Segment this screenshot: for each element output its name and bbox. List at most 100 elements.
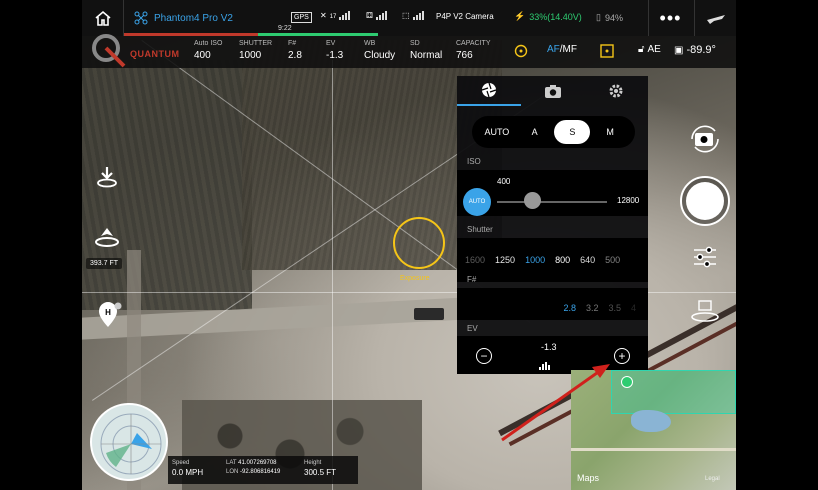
exposure-mode-auto[interactable]: AUTO <box>479 120 515 144</box>
shutter-option[interactable]: 800 <box>555 255 570 265</box>
minimap[interactable]: Maps Legal <box>571 370 736 490</box>
tab-settings[interactable] <box>584 76 648 106</box>
lon-label: LON <box>226 469 239 475</box>
shutter-option[interactable]: 500 <box>605 255 620 265</box>
capacity-param-label: CAPACITY <box>456 40 491 47</box>
aircraft-status[interactable]: Phantom4 Pro V2 <box>134 11 233 25</box>
ev-param[interactable]: EV -1.3 <box>326 40 343 61</box>
video-signal[interactable]: ⬚ <box>402 10 424 20</box>
coordinates-readout: LAT 41.007269708 LON -92.806816419 <box>226 460 280 475</box>
unlock-icon: 🔓︎ <box>638 44 645 55</box>
shutter-button[interactable] <box>680 176 730 226</box>
lat-row: LAT 41.007269708 <box>226 460 280 466</box>
shutter-speed-scroller[interactable]: 1600 1250 1000 800 640 500 <box>457 248 648 272</box>
iso-slider-handle[interactable] <box>524 192 541 209</box>
home-button[interactable] <box>82 0 124 36</box>
exposure-mode-m[interactable]: M <box>592 120 628 144</box>
flight-time: 9:22 <box>278 25 292 32</box>
sd-param[interactable]: SD Normal <box>410 40 442 61</box>
capacity-param[interactable]: CAPACITY 766 <box>456 40 491 61</box>
aperture-option[interactable]: 2.8 <box>563 303 576 313</box>
shutter-option[interactable]: 1600 <box>465 255 485 265</box>
sd-param-label: SD <box>410 40 420 47</box>
satellite-icon: ✕ <box>320 11 327 20</box>
drone-fly-screen: Exposure Phantom4 Pro V2 9:22 GPS ✕ 17 ⚃… <box>0 0 818 490</box>
ev-plus-button[interactable]: + <box>614 348 630 364</box>
aircraft-battery[interactable]: ⚡ 33%(14.40V) <box>514 11 582 22</box>
capacity-param-value: 766 <box>456 50 473 61</box>
tab-photo[interactable] <box>521 76 585 106</box>
aperture-option[interactable]: 3.2 <box>586 303 599 313</box>
home-point-icon: H <box>99 302 122 327</box>
ev-minus-button[interactable]: − <box>476 348 492 364</box>
return-home-button[interactable] <box>90 220 124 254</box>
camera-settings-button[interactable] <box>690 242 720 272</box>
speed-readout: Speed 0.0 MPH <box>172 460 203 477</box>
map-road <box>571 448 736 451</box>
lon-row: LON -92.806816419 <box>226 469 280 475</box>
shutter-label: Shutter <box>467 225 493 234</box>
gimbal-angle-value: -89.9° <box>686 44 716 56</box>
more-menu-button[interactable]: ••• <box>648 0 692 36</box>
flight-mode-button[interactable] <box>694 0 736 36</box>
airplane-icon <box>706 15 725 24</box>
aperture-option[interactable]: 3.5 <box>608 303 621 313</box>
exposure-metering-icon <box>514 44 528 58</box>
exposure-mode-a[interactable]: A <box>517 120 553 144</box>
remote-signal[interactable]: ⚃ <box>366 10 387 20</box>
device-battery-value: 94% <box>604 12 623 23</box>
exposure-meter-button[interactable] <box>514 44 528 58</box>
aperture-scroller[interactable]: 2.8 3.2 3.5 4 <box>457 296 648 320</box>
focus-target-button[interactable] <box>600 44 614 58</box>
exposure-target[interactable] <box>393 217 445 269</box>
shutter-option[interactable]: 1250 <box>495 255 515 265</box>
aperture-option[interactable]: 4 <box>631 303 636 313</box>
video-link-icon: ⬚ <box>402 11 410 20</box>
histogram-icon <box>539 362 550 370</box>
gimbal-button[interactable] <box>688 298 722 326</box>
home-point-button[interactable]: H <box>92 298 126 332</box>
truck <box>414 308 444 320</box>
map-lake <box>631 410 671 432</box>
legal-link[interactable]: Legal <box>705 476 720 482</box>
exposure-mode-s[interactable]: S <box>554 120 591 144</box>
ellipsis-icon: ••• <box>659 7 682 28</box>
maps-provider: Maps <box>577 473 600 483</box>
focus-frame-icon <box>600 44 614 58</box>
iso-auto-button[interactable]: AUTO <box>463 188 491 216</box>
takeoff-button[interactable] <box>90 160 124 194</box>
gear-icon <box>609 84 623 98</box>
aperture-icon <box>481 82 497 98</box>
iso-param-value: 400 <box>194 50 211 61</box>
panel-tabs <box>457 76 648 106</box>
camera-switch-button[interactable] <box>688 124 722 154</box>
shutter-option[interactable]: 1000 <box>525 255 545 265</box>
iso-param[interactable]: Auto ISO 400 <box>194 40 222 61</box>
grid-line <box>332 60 333 490</box>
gimbal-angle: ▣ -89.9° <box>674 44 716 56</box>
aircraft-name: Phantom4 Pro V2 <box>154 12 233 24</box>
exposure-mode-selector[interactable]: AUTO A S M <box>472 116 635 148</box>
wb-param[interactable]: WB Cloudy <box>364 40 395 61</box>
sliders-icon <box>694 246 716 268</box>
height-label: Height <box>304 460 322 466</box>
attitude-indicator[interactable] <box>90 403 168 481</box>
fnum-param[interactable]: F# 2.8 <box>288 40 302 61</box>
focus-mode-toggle[interactable]: AF/MF <box>547 44 577 55</box>
shutter-option[interactable]: 640 <box>580 255 595 265</box>
shutter-param-label: SHUTTER <box>239 40 273 47</box>
lat-value: 41.007269708 <box>238 460 277 466</box>
iso-slider[interactable] <box>497 201 607 203</box>
fnum-param-label: F# <box>288 40 297 47</box>
exposure-label: Exposure <box>400 275 430 282</box>
ae-label: AE <box>647 44 661 55</box>
fnum-label: F# <box>467 275 477 284</box>
shutter-param[interactable]: SHUTTER 1000 <box>239 40 272 61</box>
battery-status: 33%(14.40V) <box>529 11 582 22</box>
ae-lock-button[interactable]: 🔓︎ AE <box>638 44 661 55</box>
camera-name[interactable]: P4P V2 Camera <box>436 12 494 21</box>
tab-exposure[interactable] <box>457 76 521 106</box>
return-home-icon <box>95 228 119 247</box>
top-status-bar: Phantom4 Pro V2 9:22 GPS ✕ 17 ⚃ ⬚ P4P V2… <box>82 0 736 36</box>
satellite-signal[interactable]: ✕ 17 <box>320 10 351 20</box>
